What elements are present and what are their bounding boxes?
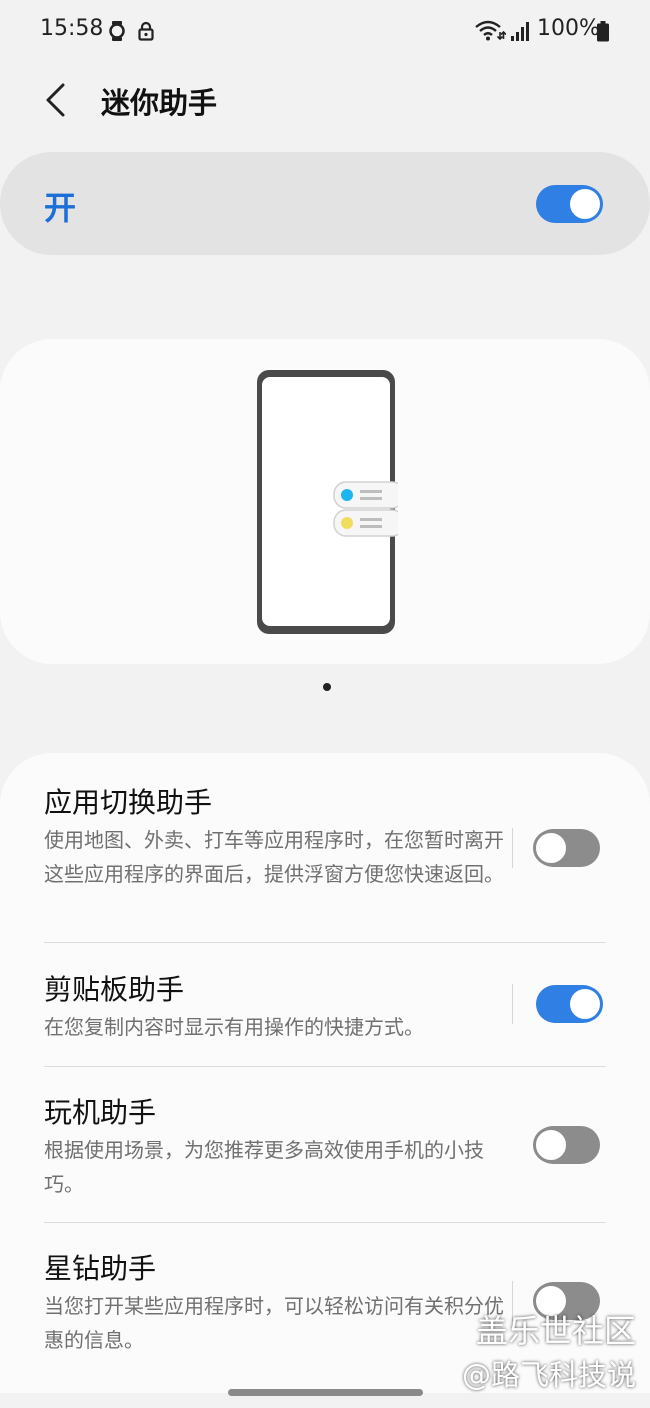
feature-list: 应用切换助手 使用地图、外卖、打车等应用程序时，在您暂时离开这些应用程序的界面后…: [0, 753, 650, 1393]
divider: [44, 1066, 606, 1067]
watch-icon: [108, 20, 126, 46]
preview-card: [0, 339, 650, 664]
watermark-community: 盖乐世社区: [475, 1312, 636, 1350]
master-switch-row[interactable]: 开: [0, 152, 650, 255]
wifi-icon: [474, 19, 507, 45]
signal-icon: [510, 20, 532, 46]
app-header: 迷你助手: [0, 62, 650, 142]
gesture-nav-bar[interactable]: [228, 1389, 423, 1396]
list-item-clipboard[interactable]: 剪贴板助手 在您复制内容时显示有用操作的快捷方式。: [44, 970, 606, 1044]
divider: [44, 1222, 606, 1223]
status-bar: 15:58 100%: [0, 0, 650, 62]
toggle-knob: [567, 986, 603, 1022]
divider: [44, 942, 606, 943]
toggle-app-switch[interactable]: [533, 829, 600, 867]
toggle-clipboard[interactable]: [536, 985, 603, 1023]
status-time: 15:58: [40, 16, 104, 41]
pagination-dot: [323, 683, 331, 691]
list-item-tips[interactable]: 玩机助手 根据使用场景，为您推荐更多高效使用手机的小技巧。: [44, 1093, 606, 1201]
watermark-author: @路飞科技说: [461, 1358, 636, 1392]
item-description: 使用地图、外卖、打车等应用程序时，在您暂时离开这些应用程序的界面后，提供浮窗方便…: [44, 828, 504, 886]
toggle-knob: [567, 186, 603, 222]
list-item-app-switch[interactable]: 应用切换助手 使用地图、外卖、打车等应用程序时，在您暂时离开这些应用程序的界面后…: [44, 783, 606, 891]
back-button[interactable]: [34, 78, 78, 122]
lock-icon: [137, 21, 155, 45]
item-title: 应用切换助手: [44, 786, 213, 819]
toggle-tips[interactable]: [533, 1126, 600, 1164]
chevron-left-icon: [46, 83, 65, 117]
master-switch-label: 开: [44, 189, 77, 227]
item-title: 星钻助手: [44, 1252, 157, 1285]
battery-percent: 100%: [537, 16, 600, 41]
phone-illustration: [257, 370, 398, 634]
item-title: 玩机助手: [44, 1096, 157, 1129]
battery-icon: [596, 21, 610, 47]
item-description: 根据使用场景，为您推荐更多高效使用手机的小技巧。: [44, 1138, 484, 1196]
vertical-separator: [512, 828, 513, 868]
master-toggle[interactable]: [536, 185, 603, 223]
toggle-knob: [533, 830, 569, 866]
item-title: 剪贴板助手: [44, 973, 185, 1006]
toggle-knob: [533, 1127, 569, 1163]
item-description: 当您打开某些应用程序时，可以轻松访问有关积分优惠的信息。: [44, 1294, 504, 1352]
item-description: 在您复制内容时显示有用操作的快捷方式。: [44, 1015, 424, 1039]
page-title: 迷你助手: [101, 86, 218, 120]
vertical-separator: [512, 984, 513, 1024]
